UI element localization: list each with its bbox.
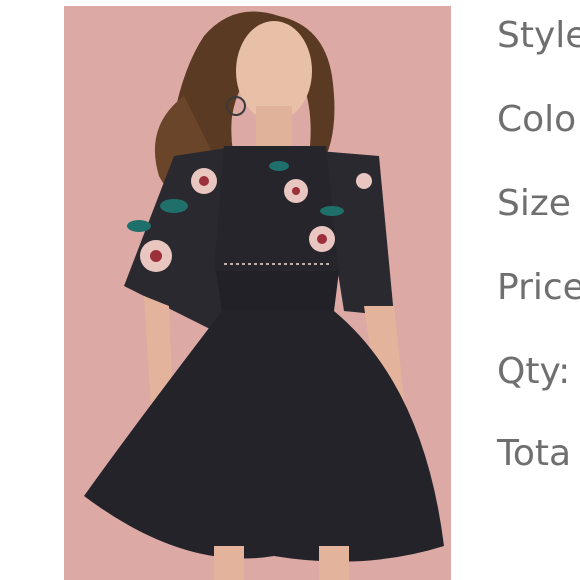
price-label: Price <box>497 267 580 308</box>
style-label: Style <box>497 15 580 56</box>
total-label: Tota <box>497 433 572 474</box>
product-details-panel: Style Colo Size Price Qty: Tota <box>451 0 580 580</box>
left-margin <box>0 0 64 580</box>
color-label: Colo <box>497 99 577 140</box>
product-photo <box>64 6 451 580</box>
qty-label: Qty: <box>497 351 571 392</box>
size-label: Size <box>497 183 571 224</box>
